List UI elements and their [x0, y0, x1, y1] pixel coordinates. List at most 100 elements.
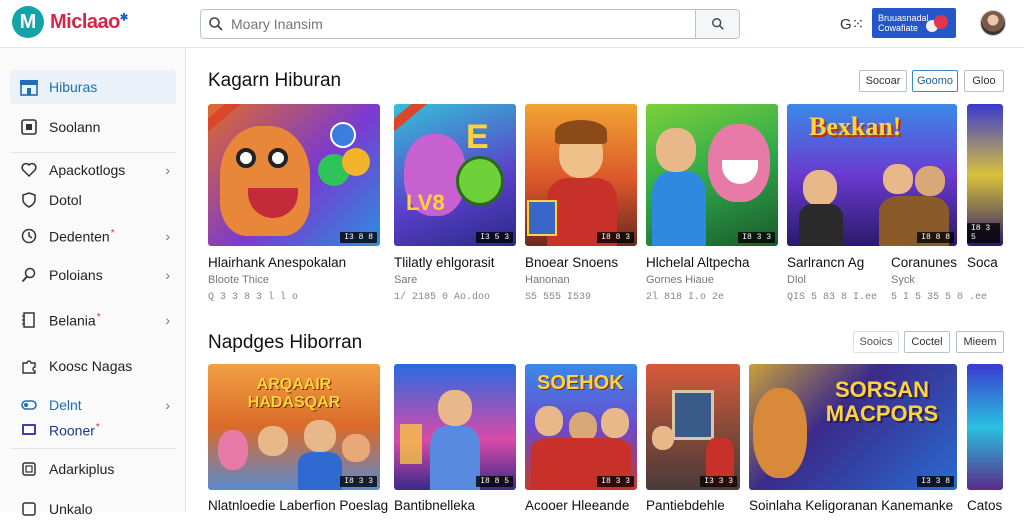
duration-tag: I3 3 8 [917, 476, 954, 487]
duration-tag: I8 3 3 [340, 476, 377, 487]
game-card[interactable]: E LV8 I3 5 3 Tlilatly ehlgorasit Sare 1/… [394, 104, 516, 304]
game-thumbnail: Bexkan! I8 8 8 [787, 104, 957, 246]
card-title: Bnoear Snoens [525, 255, 619, 270]
sidebar-item-poloians[interactable]: Poloians › [10, 258, 176, 292]
avatar[interactable] [980, 10, 1006, 36]
game-card[interactable]: Catos [967, 364, 1003, 513]
sidebar-item-label: Belania [49, 312, 96, 329]
logo[interactable]: M Miclaao✱ [12, 6, 128, 38]
game-card[interactable]: I8 8 3 Bnoear Snoens Hanonan S5 555 I539 [525, 104, 637, 304]
card-meta: QIS 5 83 8 I.ee [787, 292, 878, 303]
search-button[interactable] [695, 10, 739, 38]
filter-button[interactable]: Gloo [964, 70, 1004, 92]
language-toggle[interactable]: G⁙ [840, 15, 864, 33]
thumbnail-banner: Bexkan! [809, 112, 902, 141]
top-bar: M Miclaao✱ G⁙ Bruuasnadal Cowafiate [0, 0, 1024, 48]
new-badge: * [95, 421, 100, 433]
sidebar-item-label: Rooner [49, 422, 95, 439]
filter-button[interactable]: Coctel [904, 331, 950, 353]
card-meta: S5 555 I539 [525, 292, 592, 303]
document-icon [18, 309, 40, 331]
game-card[interactable]: I3 3 3 Pantiebdehle [646, 364, 740, 513]
game-card[interactable]: I8 3 3 Hlchelal Altpecha Gornes Hiaue 2l… [646, 104, 778, 304]
logo-badge: ✱ [119, 11, 128, 23]
new-badge: * [96, 311, 101, 323]
sidebar-item-label: Hiburas [49, 79, 98, 95]
duration-tag: I8 3 3 [738, 232, 775, 243]
sidebar-item-label: Dedenten [49, 228, 110, 245]
sidebar-divider [10, 448, 176, 449]
sidebar-item-adarkiplus[interactable]: Adarkiplus [10, 452, 176, 486]
card-subtitle: Dlol [787, 274, 806, 286]
game-thumbnail: I8 3 5 [967, 104, 1003, 246]
duration-tag: I8 8 3 [597, 232, 634, 243]
ribbon [208, 104, 244, 136]
game-card[interactable]: I8 3 5 Soca [967, 104, 1003, 304]
filter-button[interactable]: Socoar [859, 70, 907, 92]
new-badge: * [110, 227, 115, 239]
sidebar-item-rooner[interactable]: Rooner* [10, 413, 176, 447]
duration-tag: I3 8 8 [340, 232, 377, 243]
card-title: Hlairhank Anespokalan [208, 255, 347, 270]
game-card-extra[interactable]: Coranunes Syck 5 I 5 35 5 0 .ee [891, 255, 987, 305]
card-meta: 1/ 2185 0 Ao.doo [394, 292, 491, 303]
sidebar-item-dotol[interactable]: Dotol [10, 183, 176, 217]
filter-button[interactable]: Sooics [853, 331, 899, 353]
game-thumbnail: SORSAN MACPORS I3 3 8 [749, 364, 957, 490]
game-thumbnail: I8 3 3 [646, 104, 778, 246]
card-title: Hlchelal Altpecha [646, 255, 750, 270]
promo-banner[interactable]: Bruuasnadal Cowafiate [872, 8, 956, 38]
game-card[interactable]: ARQAAIR HADASQAR I8 3 3 Nlatnloedie Labe… [208, 364, 388, 513]
chevron-right-icon: › [165, 312, 170, 328]
ribbon [394, 104, 430, 136]
section-title: Napdges Hiborran [208, 332, 363, 353]
search-icon [18, 264, 40, 286]
sidebar-item-label: Koosc Nagas [49, 358, 133, 374]
card-title: Tlilatly ehlgorasit [394, 255, 495, 270]
duration-tag: I8 8 5 [476, 476, 513, 487]
sidebar-item-label: Apackotlogs [49, 162, 126, 178]
sidebar-item-koosc-nagas[interactable]: Koosc Nagas [10, 349, 176, 383]
search-input[interactable] [231, 11, 695, 37]
character-figure [220, 126, 310, 236]
game-thumbnail: I8 8 3 [525, 104, 637, 246]
card-title: Bantibnelleka [394, 498, 476, 513]
filter-button[interactable]: Mieem [956, 331, 1004, 353]
sidebar-item-apackotlogs[interactable]: Apackotlogs › [10, 153, 176, 187]
sidebar-item-label: Soolann [49, 119, 101, 135]
card-subtitle: Gornes Hiaue [646, 274, 714, 286]
sidebar-item-belania[interactable]: Belania* › [10, 303, 176, 337]
game-thumbnail: I3 3 3 [646, 364, 740, 490]
game-card[interactable]: I8 8 5 Bantibnelleka [394, 364, 516, 513]
game-card[interactable]: SOEHOK I8 3 3 Acooer Hleeande [525, 364, 637, 513]
chevron-right-icon: › [165, 228, 170, 244]
card-subtitle: Hanonan [525, 274, 570, 286]
filter-button[interactable]: Goomo [912, 70, 958, 92]
duration-tag: I3 5 3 [476, 232, 513, 243]
sidebar-item-dedenten[interactable]: Dedenten* › [10, 219, 176, 253]
store-icon [18, 76, 40, 98]
game-thumbnail: I8 8 5 [394, 364, 516, 490]
thumbnail-banner: SORSAN MACPORS [825, 377, 939, 426]
duration-tag: I8 8 8 [917, 232, 954, 243]
heart-icon [18, 159, 40, 181]
square-icon [18, 116, 40, 138]
card-title: Pantiebdehle [646, 498, 725, 513]
card-meta: 2l 818 I.o 2e [646, 292, 725, 303]
sidebar-item-hiburas[interactable]: Hiburas [10, 70, 176, 104]
card-title: Soca [967, 255, 998, 270]
sidebar-item-unkalo[interactable]: Unkalo [10, 492, 176, 526]
sidebar-item-soolann[interactable]: Soolann [10, 110, 176, 144]
character-figure [803, 170, 837, 206]
game-thumbnail: ARQAAIR HADASQAR I8 3 3 [208, 364, 380, 490]
sidebar-item-label: Adarkiplus [49, 461, 115, 477]
game-card[interactable]: I3 8 8 Hlairhank Anespokalan Bloote Thic… [208, 104, 380, 304]
character-figure [438, 390, 472, 426]
character-figure [656, 128, 696, 172]
thumbnail-letter: E [466, 118, 489, 156]
game-card[interactable]: SORSAN MACPORS I3 3 8 Soinlaha Keligoran… [749, 364, 957, 513]
chevron-right-icon: › [165, 267, 170, 283]
search-button-icon [711, 18, 724, 30]
card-title: Sarlrancn Ag [787, 255, 865, 270]
shield-icon [18, 189, 40, 211]
